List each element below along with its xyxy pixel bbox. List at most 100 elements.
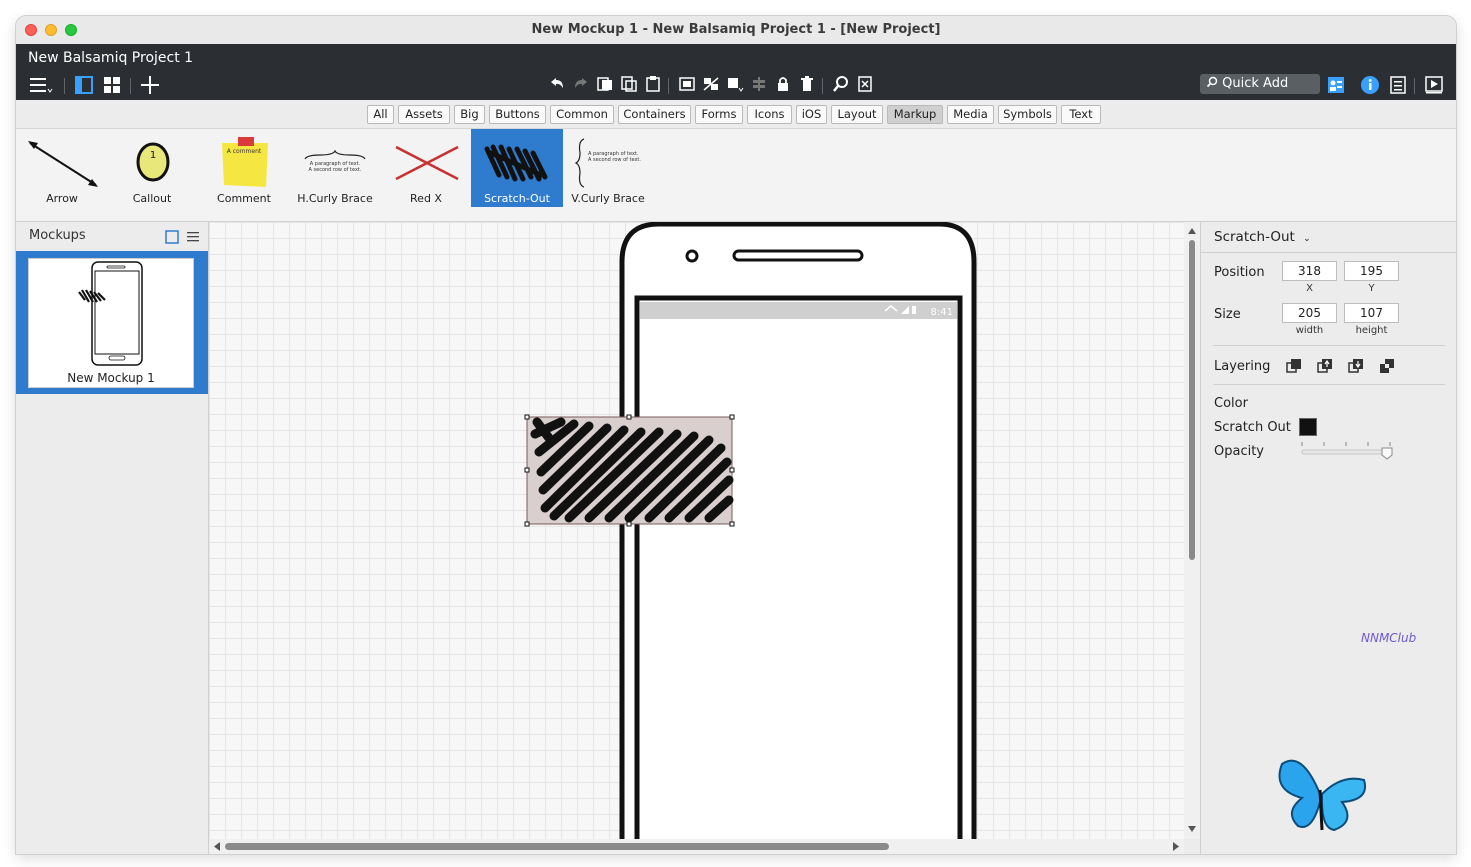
x-label: X — [1306, 283, 1313, 294]
vertical-scrollbar[interactable] — [1184, 222, 1200, 839]
toolbar-separator — [668, 78, 669, 94]
zoom-icon[interactable] — [832, 75, 850, 98]
align-icon[interactable] — [750, 75, 768, 98]
comment-text: A comment — [227, 148, 262, 155]
library-tab-bar: All Assets Big Buttons Common Containers… — [16, 100, 1456, 129]
window-title: New Mockup 1 - New Balsamiq Project 1 - … — [531, 22, 941, 37]
tab-all[interactable]: All — [367, 105, 394, 124]
comment-thumbnail: A comment — [222, 137, 268, 187]
tab-common[interactable]: Common — [550, 105, 614, 124]
mockup-list-item[interactable]: New Mockup 1 — [16, 251, 208, 394]
status-bar-time: 8:41 — [931, 307, 953, 318]
inspector-divider — [1213, 345, 1445, 346]
scratch-out-color-swatch[interactable] — [1299, 418, 1317, 436]
tab-text[interactable]: Text — [1061, 105, 1101, 124]
palette-item-red-x[interactable]: Red X — [380, 129, 472, 207]
tab-buttons[interactable]: Buttons — [489, 105, 546, 124]
mockups-panel-title: Mockups — [29, 228, 86, 243]
notes-icon[interactable] — [1388, 75, 1408, 100]
project-info-icon[interactable] — [1326, 75, 1346, 100]
tab-containers[interactable]: Containers — [618, 105, 691, 124]
toolbar-separator — [1414, 78, 1415, 94]
tab-forms[interactable]: Forms — [695, 105, 743, 124]
component-palette: Arrow 1 Callout A comment Comment A para… — [16, 129, 1456, 222]
copy-icon[interactable] — [620, 75, 638, 98]
position-x-field[interactable]: 318 — [1282, 261, 1337, 281]
trash-icon[interactable] — [798, 75, 816, 98]
single-view-icon[interactable] — [74, 75, 94, 100]
group-icon[interactable] — [678, 75, 696, 98]
send-backward-icon[interactable] — [1348, 358, 1364, 374]
bring-forward-icon[interactable] — [1317, 358, 1333, 374]
tab-assets[interactable]: Assets — [398, 105, 450, 124]
palette-label: Scratch-Out — [484, 192, 550, 205]
ungroup-icon[interactable] — [702, 75, 720, 98]
phone-frame[interactable]: 8:41 — [619, 222, 977, 839]
info-icon[interactable] — [1360, 75, 1380, 100]
phone-thumbnail-icon — [78, 261, 143, 366]
inspector-title[interactable]: Scratch-Out ⌄ — [1214, 229, 1311, 245]
palette-label: Arrow — [46, 192, 78, 205]
bring-to-front-icon[interactable] — [1286, 358, 1302, 374]
tab-big[interactable]: Big — [454, 105, 485, 124]
grid-view-icon[interactable] — [102, 75, 122, 100]
lock-icon[interactable] — [774, 75, 792, 98]
send-to-back-icon[interactable] — [1379, 358, 1395, 374]
layering-label: Layering — [1214, 359, 1271, 374]
title-bar: New Mockup 1 - New Balsamiq Project 1 - … — [16, 16, 1456, 44]
tab-symbols[interactable]: Symbols — [998, 105, 1057, 124]
thumbnail-view-icon[interactable] — [165, 229, 179, 244]
size-label: Size — [1214, 307, 1241, 322]
tab-layout[interactable]: Layout — [831, 105, 883, 124]
width-field[interactable]: 205 — [1282, 303, 1337, 323]
opacity-slider[interactable] — [1301, 442, 1396, 462]
opacity-label: Opacity — [1214, 444, 1265, 459]
scratch-out-color-label: Scratch Out — [1214, 420, 1291, 435]
callout-number: 1 — [150, 150, 156, 161]
inspector-panel: Scratch-Out ⌄ Position 318 195 X Y Size … — [1200, 222, 1456, 854]
tab-icons[interactable]: Icons — [747, 105, 792, 124]
hamburger-menu-icon[interactable] — [28, 75, 54, 100]
color-label: Color — [1214, 396, 1248, 411]
quick-add-input[interactable]: Quick Add — [1200, 74, 1320, 94]
mockup-name: New Mockup 1 — [67, 371, 155, 385]
palette-item-h-curly-brace[interactable]: A paragraph of text. A second row of text… — [289, 129, 381, 207]
paste-icon[interactable] — [644, 75, 662, 98]
project-title: New Balsamiq Project 1 — [28, 50, 194, 66]
tab-media[interactable]: Media — [947, 105, 994, 124]
butterfly-logo-icon — [1272, 750, 1372, 838]
chevron-down-icon: ⌄ — [1303, 234, 1311, 244]
redo-icon[interactable] — [572, 75, 590, 98]
undo-icon[interactable] — [548, 75, 566, 98]
y-label: Y — [1368, 283, 1375, 294]
palette-label: Comment — [217, 192, 271, 205]
palette-label: H.Curly Brace — [297, 192, 373, 205]
toolbar-separator — [130, 78, 131, 94]
brace-text-line2: A second row of text. — [588, 157, 641, 163]
palette-item-callout[interactable]: 1 Callout — [106, 129, 198, 207]
canvas[interactable]: 8:41 — [209, 222, 1184, 839]
inspector-divider — [1213, 384, 1445, 385]
arrange-icon[interactable] — [726, 75, 744, 98]
scroll-left-icon — [214, 842, 220, 851]
list-view-icon[interactable] — [186, 229, 200, 243]
callout-thumbnail: 1 — [136, 142, 170, 182]
mockup-thumbnail[interactable]: New Mockup 1 — [28, 258, 194, 388]
palette-item-comment[interactable]: A comment Comment — [198, 129, 290, 207]
horizontal-scrollbar[interactable] — [209, 839, 1184, 854]
palette-item-arrow[interactable]: Arrow — [16, 129, 108, 207]
palette-item-scratch-out[interactable]: Scratch-Out — [471, 129, 563, 207]
presentation-icon[interactable] — [1424, 75, 1444, 100]
add-icon[interactable] — [140, 75, 160, 100]
app-window: New Mockup 1 - New Balsamiq Project 1 - … — [16, 16, 1456, 854]
height-field[interactable]: 107 — [1344, 303, 1399, 323]
tab-markup[interactable]: Markup — [887, 105, 943, 124]
fit-screen-icon[interactable] — [856, 75, 874, 98]
tab-ios[interactable]: iOS — [796, 105, 827, 124]
scratch-out-element[interactable] — [524, 414, 735, 527]
palette-item-v-curly-brace[interactable]: A paragraph of text. A second row of text… — [562, 129, 654, 207]
cut-icon[interactable] — [596, 75, 614, 98]
position-y-field[interactable]: 195 — [1344, 261, 1399, 281]
app-toolbar: New Balsamiq Project 1 Quick Add — [16, 44, 1456, 100]
palette-label: Red X — [410, 192, 442, 205]
